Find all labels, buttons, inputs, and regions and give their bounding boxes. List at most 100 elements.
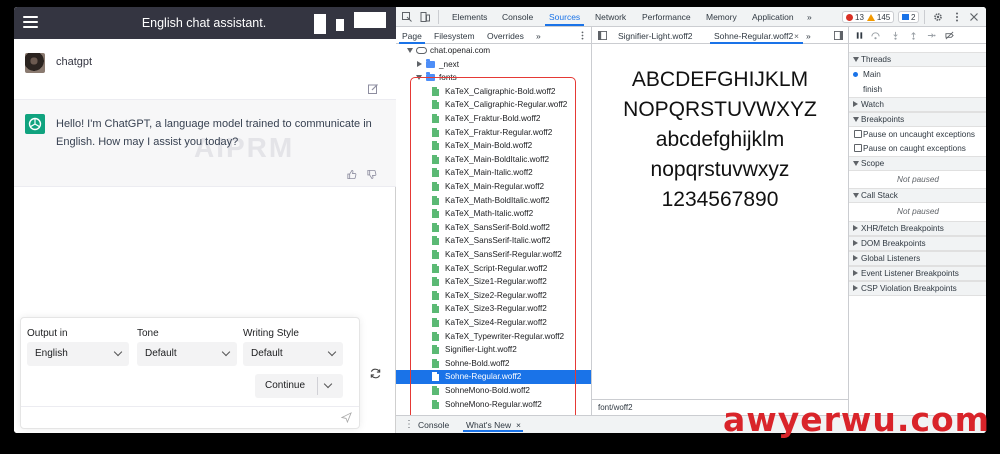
step-over-icon[interactable]	[871, 31, 880, 40]
redacted-block	[336, 19, 344, 31]
more-editor-tabs-button[interactable]: »	[806, 31, 811, 41]
scope-header[interactable]: Scope	[849, 156, 986, 171]
thread-finish[interactable]: finish	[849, 82, 986, 97]
editor-tab-signifier[interactable]: Signifier-Light.woff2	[618, 31, 693, 41]
tree-file-label: KaTeX_Size3-Regular.woff2	[445, 304, 547, 314]
devtools-toolbar: Elements Console Sources Network Perform…	[396, 7, 986, 27]
tree-file[interactable]: KaTeX_Caligraphic-Bold.woff2	[396, 85, 591, 99]
file-icon	[432, 318, 439, 327]
send-icon[interactable]	[341, 412, 352, 423]
gear-icon[interactable]	[933, 12, 943, 22]
drawer-menu-icon[interactable]: ⋮	[404, 419, 414, 430]
thumbs-up-icon[interactable]	[346, 169, 357, 180]
tree-file[interactable]: KaTeX_Main-Bold.woff2	[396, 139, 591, 153]
checkbox[interactable]	[854, 144, 862, 152]
writing-style-select[interactable]: Default	[243, 342, 343, 366]
event-listener-breakpoints-header[interactable]: Event Listener Breakpoints	[849, 266, 986, 281]
close-icon[interactable]	[969, 12, 979, 22]
chevron-down-icon[interactable]	[323, 379, 333, 389]
preview-line: nopqrstuvwxyz	[650, 158, 790, 181]
tab-filesystem[interactable]: Filesystem	[434, 31, 475, 41]
tree-file[interactable]: KaTeX_Math-BoldItalic.woff2	[396, 194, 591, 208]
tree-file[interactable]: KaTeX_Caligraphic-Regular.woff2	[396, 98, 591, 112]
tree-file[interactable]: KaTeX_SansSerif-Regular.woff2	[396, 248, 591, 262]
close-tab-icon[interactable]: ×	[794, 31, 799, 41]
more-tabs-button[interactable]: »	[807, 12, 812, 22]
menu-icon[interactable]	[23, 16, 38, 28]
pause-uncaught-option[interactable]: Pause on uncaught exceptions	[849, 127, 986, 142]
tree-file[interactable]: KaTeX_Size1-Regular.woff2	[396, 275, 591, 289]
tree-file[interactable]: KaTeX_Size3-Regular.woff2	[396, 302, 591, 316]
tree-file[interactable]: KaTeX_Main-BoldItalic.woff2	[396, 153, 591, 167]
csp-violation-breakpoints-header[interactable]: CSP Violation Breakpoints	[849, 281, 986, 296]
continue-button[interactable]: Continue	[255, 374, 343, 398]
tree-file[interactable]: KaTeX_Main-Regular.woff2	[396, 180, 591, 194]
tree-file[interactable]: KaTeX_Fraktur-Bold.woff2	[396, 112, 591, 126]
refresh-icon[interactable]	[369, 367, 382, 380]
tree-file[interactable]: KaTeX_SansSerif-Italic.woff2	[396, 234, 591, 248]
tab-sources[interactable]: Sources	[544, 12, 585, 26]
tab-network[interactable]: Network	[595, 12, 626, 22]
tree-folder-next[interactable]: _next	[396, 58, 591, 72]
tab-elements[interactable]: Elements	[452, 12, 487, 22]
drawer-tab-whats-new[interactable]: What's New	[462, 420, 524, 432]
dom-breakpoints-header[interactable]: DOM Breakpoints	[849, 236, 986, 251]
tree-file[interactable]: SohneMono-Regular.woff2	[396, 398, 591, 412]
editor-tabs: Signifier-Light.woff2 Sohne-Regular.woff…	[592, 27, 848, 44]
tree-file[interactable]: Sohne-Regular.woff2	[396, 370, 591, 384]
thread-main[interactable]: Main	[849, 67, 986, 82]
deactivate-breakpoints-icon[interactable]	[945, 31, 954, 40]
toggle-navigator-icon[interactable]	[598, 31, 607, 40]
checkbox[interactable]	[854, 130, 862, 138]
inspect-icon[interactable]	[402, 12, 412, 22]
kebab-menu-icon[interactable]	[952, 12, 962, 22]
more-nav-tabs-button[interactable]: »	[536, 31, 541, 41]
output-language-select[interactable]: English	[27, 342, 129, 366]
tone-select[interactable]: Default	[137, 342, 237, 366]
kebab-menu-icon[interactable]	[578, 31, 587, 40]
tab-performance[interactable]: Performance	[642, 12, 691, 22]
issues-badge[interactable]: 2	[898, 11, 920, 23]
tree-file[interactable]: SohneMono-Bold.woff2	[396, 384, 591, 398]
error-warning-badge[interactable]: 13 145	[842, 11, 895, 23]
threads-header[interactable]: Threads	[849, 52, 986, 67]
step-into-icon[interactable]	[891, 31, 900, 40]
file-icon	[432, 372, 439, 382]
tree-file-label: Sohne-Regular.woff2	[445, 372, 522, 382]
tab-application[interactable]: Application	[752, 12, 794, 22]
tree-file[interactable]: KaTeX_Fraktur-Regular.woff2	[396, 126, 591, 140]
close-drawer-tab-icon[interactable]: ×	[516, 420, 521, 430]
xhr-breakpoints-header[interactable]: XHR/fetch Breakpoints	[849, 221, 986, 236]
tree-folder-fonts[interactable]: fonts	[396, 71, 591, 85]
pause-caught-option[interactable]: Pause on caught exceptions	[849, 141, 986, 156]
toggle-debugger-icon[interactable]	[834, 31, 843, 40]
step-out-icon[interactable]	[909, 31, 918, 40]
tree-file[interactable]: KaTeX_Math-Italic.woff2	[396, 207, 591, 221]
step-icon[interactable]	[927, 31, 936, 40]
tree-file[interactable]: KaTeX_SansSerif-Bold.woff2	[396, 221, 591, 235]
tab-overrides[interactable]: Overrides	[487, 31, 524, 41]
edit-icon[interactable]	[367, 83, 379, 95]
tree-file[interactable]: KaTeX_Typewriter-Regular.woff2	[396, 330, 591, 344]
callstack-header[interactable]: Call Stack	[849, 188, 986, 203]
watch-header[interactable]: Watch	[849, 97, 986, 112]
tab-memory[interactable]: Memory	[706, 12, 737, 22]
tree-file[interactable]: Signifier-Light.woff2	[396, 343, 591, 357]
preview-line: ABCDEFGHIJKLM	[631, 68, 809, 91]
prompt-input[interactable]	[21, 406, 359, 428]
tree-file[interactable]: KaTeX_Script-Regular.woff2	[396, 262, 591, 276]
drawer-tab-console[interactable]: Console	[418, 420, 449, 430]
device-toolbar-icon[interactable]	[420, 12, 430, 22]
global-listeners-header[interactable]: Global Listeners	[849, 251, 986, 266]
tree-origin[interactable]: chat.openai.com	[396, 44, 591, 58]
tree-file[interactable]: Sohne-Bold.woff2	[396, 357, 591, 371]
breakpoints-header[interactable]: Breakpoints	[849, 112, 986, 127]
tree-file[interactable]: KaTeX_Size2-Regular.woff2	[396, 289, 591, 303]
thumbs-down-icon[interactable]	[366, 169, 377, 180]
tab-console[interactable]: Console	[502, 12, 533, 22]
pause-icon[interactable]	[855, 31, 864, 40]
tab-page[interactable]: Page	[399, 31, 425, 44]
tree-file[interactable]: KaTeX_Size4-Regular.woff2	[396, 316, 591, 330]
editor-tab-sohne[interactable]: Sohne-Regular.woff2	[709, 31, 804, 44]
tree-file[interactable]: KaTeX_Main-Italic.woff2	[396, 166, 591, 180]
